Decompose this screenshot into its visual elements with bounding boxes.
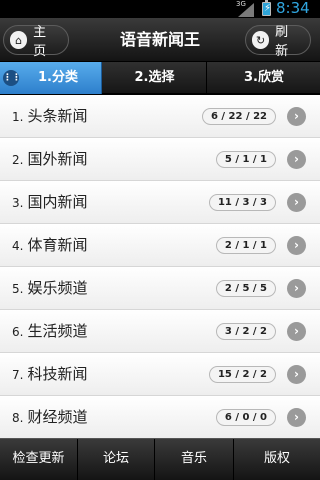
category-list: 1. 头条新闻 6 / 22 / 22 › 2. 国外新闻 5 / 1 / 1 › …	[0, 95, 320, 438]
item-number: 4.	[12, 239, 24, 253]
battery-icon: ⚡	[262, 0, 272, 16]
count-badge: 3 / 2 / 2	[215, 323, 276, 340]
tab-enjoy[interactable]: 3.欣赏	[208, 62, 320, 94]
chevron-right-icon[interactable]: ›	[287, 193, 306, 212]
item-name: 国内新闻	[27, 193, 88, 211]
list-item[interactable]: 5. 娱乐频道 2 / 5 / 5 ›	[0, 267, 320, 310]
tab-bar: ⋮⋮ 1.分类 2.选择 3.欣赏	[0, 62, 320, 94]
chevron-right-icon[interactable]: ›	[287, 107, 306, 126]
item-number: 7.	[12, 368, 24, 382]
item-name: 科技新闻	[27, 365, 88, 383]
chevron-right-icon[interactable]: ›	[287, 150, 306, 169]
item-number: 8.	[12, 411, 24, 425]
chevron-right-icon[interactable]: ›	[287, 236, 306, 255]
list-item[interactable]: 6. 生活频道 3 / 2 / 2 ›	[0, 310, 320, 353]
count-badge: 6 / 22 / 22	[201, 108, 276, 125]
home-icon: ⌂	[10, 31, 28, 49]
count-badge: 11 / 3 / 3	[208, 194, 276, 211]
refresh-icon: ↻	[252, 31, 270, 49]
count-badge: 2 / 5 / 5	[215, 280, 276, 297]
forum-button[interactable]: 论坛	[78, 439, 155, 480]
item-name: 娱乐频道	[27, 279, 88, 297]
bottom-bar: 检查更新 论坛 音乐 版权	[0, 438, 320, 480]
page-title: 语音新闻王	[119, 30, 200, 49]
tab-category[interactable]: ⋮⋮ 1.分类	[0, 62, 102, 94]
item-number: 5.	[12, 282, 24, 296]
item-name: 体育新闻	[27, 236, 88, 254]
refresh-button[interactable]: ↻ 刷新	[245, 25, 311, 59]
list-item[interactable]: 1. 头条新闻 6 / 22 / 22 ›	[0, 95, 320, 138]
count-badge: 2 / 1 / 1	[215, 237, 276, 254]
home-button-label: 主页	[33, 25, 47, 59]
chevron-right-icon[interactable]: ›	[287, 408, 306, 427]
copyright-button[interactable]: 版权	[234, 439, 320, 480]
music-button[interactable]: 音乐	[155, 439, 234, 480]
title-bar: ⌂ 主页 语音新闻王 ↻ 刷新	[0, 18, 320, 62]
status-bar: 3G ⚡ 8:34	[0, 0, 320, 18]
count-badge: 5 / 1 / 1	[215, 151, 276, 168]
list-item[interactable]: 8. 财经频道 6 / 0 / 0 ›	[0, 396, 320, 438]
item-number: 6.	[12, 325, 24, 339]
grid-icon: ⋮⋮	[3, 70, 21, 86]
item-number: 2.	[12, 153, 24, 167]
check-update-button[interactable]: 检查更新	[0, 439, 78, 480]
chevron-right-icon[interactable]: ›	[287, 322, 306, 341]
list-item[interactable]: 2. 国外新闻 5 / 1 / 1 ›	[0, 138, 320, 181]
chevron-right-icon[interactable]: ›	[287, 365, 306, 384]
item-name: 生活频道	[27, 322, 88, 340]
item-name: 头条新闻	[27, 107, 88, 125]
chevron-right-icon[interactable]: ›	[287, 279, 306, 298]
tab-category-label: 1.分类	[38, 70, 78, 85]
item-number: 1.	[12, 110, 24, 124]
list-item[interactable]: 4. 体育新闻 2 / 1 / 1 ›	[0, 224, 320, 267]
refresh-button-label: 刷新	[275, 25, 289, 59]
item-name: 国外新闻	[27, 150, 88, 168]
clock: 8:34	[276, 0, 310, 17]
count-badge: 6 / 0 / 0	[215, 409, 276, 426]
item-name: 财经频道	[27, 408, 88, 426]
tab-select[interactable]: 2.选择	[103, 62, 207, 94]
list-item[interactable]: 7. 科技新闻 15 / 2 / 2 ›	[0, 353, 320, 396]
signal-icon: 3G	[236, 0, 256, 18]
count-badge: 15 / 2 / 2	[208, 366, 276, 383]
item-number: 3.	[12, 196, 24, 210]
list-item[interactable]: 3. 国内新闻 11 / 3 / 3 ›	[0, 181, 320, 224]
home-button[interactable]: ⌂ 主页	[3, 25, 69, 59]
